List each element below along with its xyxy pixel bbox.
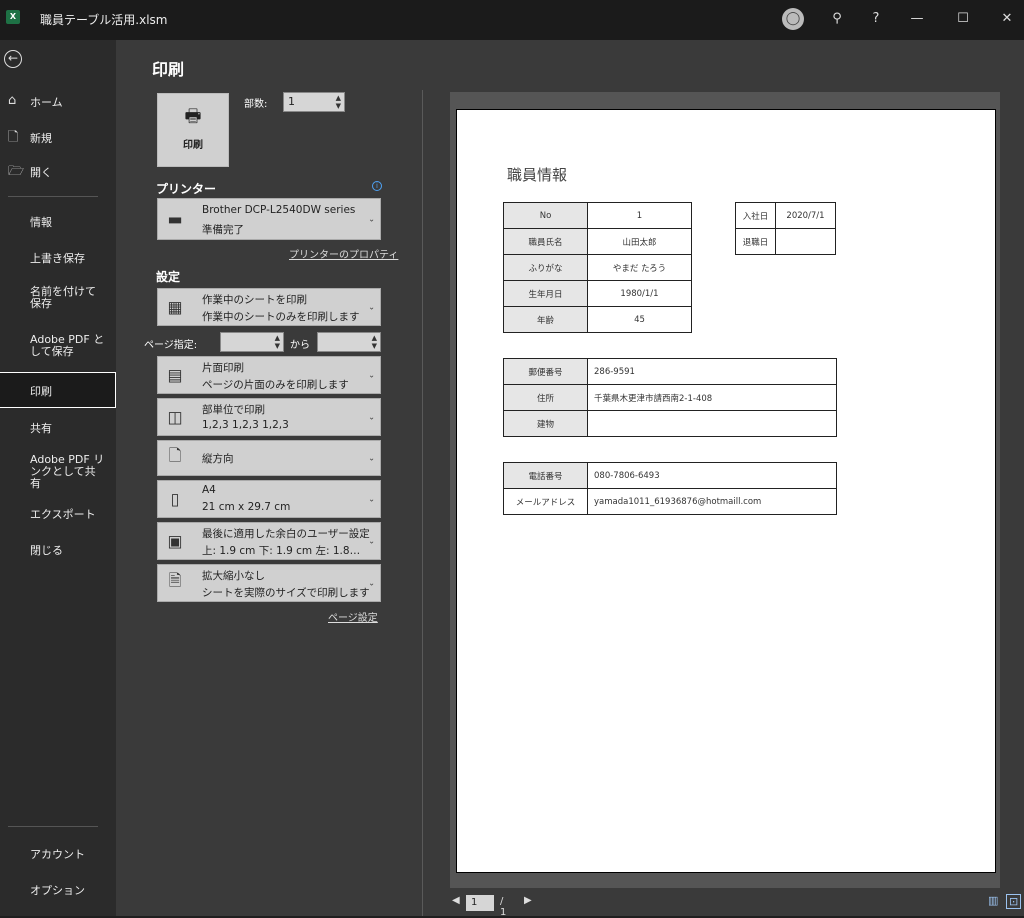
minimize-button[interactable]: — bbox=[906, 8, 928, 30]
paper-size-dropdown[interactable]: ▯ A4 21 cm x 29.7 cm ⌄ bbox=[157, 480, 381, 518]
contact-table: 電話番号 080-7806-6493 メールアドレス yamada1011_61… bbox=[503, 462, 837, 515]
title-bar: X 職員テーブル活用.xlsm ◯ ⚲ ? — ☐ ✕ bbox=[0, 0, 1024, 40]
collate-icon: ◫ bbox=[167, 407, 183, 427]
printer-device-icon: ▬ bbox=[167, 209, 183, 229]
sidebar-item-open[interactable]: 🗁 開く bbox=[0, 162, 116, 180]
info-icon[interactable]: i bbox=[372, 181, 382, 191]
page-title: 印刷 bbox=[152, 60, 185, 79]
sidebar-divider bbox=[8, 196, 98, 197]
print-what-dropdown[interactable]: ▦ 作業中のシートを印刷 作業中のシートのみを印刷します ⌄ bbox=[157, 288, 381, 326]
sidebar-item-save-adobe-pdf[interactable]: Adobe PDF として保存 bbox=[0, 334, 116, 364]
pages-label: ページ指定: bbox=[144, 340, 198, 351]
close-button[interactable]: ✕ bbox=[996, 8, 1018, 30]
table-row: 入社日 2020/7/1 bbox=[735, 202, 836, 229]
table-row: 電話番号 080-7806-6493 bbox=[503, 462, 837, 489]
spin-arrows-icon[interactable]: ▲ ▼ bbox=[336, 94, 341, 110]
new-document-icon: 🗋 bbox=[8, 130, 19, 145]
sidebar-divider-bottom bbox=[8, 826, 98, 827]
page-setup-link[interactable]: ページ設定 bbox=[328, 609, 378, 624]
orientation-dropdown[interactable]: 🗋 縦方向 ⌄ bbox=[157, 440, 381, 476]
open-folder-icon: 🗁 bbox=[8, 164, 25, 179]
previous-page-icon[interactable]: ◀ bbox=[452, 895, 460, 906]
chevron-down-icon: ⌄ bbox=[368, 302, 375, 312]
table-row: メールアドレス yamada1011_61936876@hotmaill.com bbox=[503, 488, 837, 515]
sheet-title: 職員情報 bbox=[507, 166, 568, 184]
printer-properties-link[interactable]: プリンターのプロパティ bbox=[289, 246, 398, 261]
sidebar-item-home[interactable]: ⌂ ホーム bbox=[0, 92, 116, 110]
next-page-icon[interactable]: ▶ bbox=[524, 895, 532, 906]
sidebar-item-save[interactable]: 上書き保存 bbox=[0, 248, 116, 266]
sidebar-item-share[interactable]: 共有 bbox=[0, 418, 116, 436]
margins-icon: ▣ bbox=[167, 531, 183, 551]
sidebar-item-new[interactable]: 🗋 新規 bbox=[0, 128, 116, 146]
show-margins-icon[interactable]: ▥ bbox=[988, 894, 998, 907]
sidebar-item-account[interactable]: アカウント bbox=[0, 844, 116, 862]
sheet-grid-icon: ▦ bbox=[167, 297, 183, 317]
pages-to-label: から bbox=[290, 340, 310, 351]
scaling-icon: 🗎 bbox=[168, 570, 182, 590]
sidebar-item-print[interactable]: 印刷 bbox=[0, 372, 116, 408]
address-table: 郵便番号 286-9591 住所 千葉県木更津市請西南2-1-408 建物 bbox=[503, 358, 837, 437]
printer-section-title: プリンター bbox=[156, 182, 217, 196]
sides-dropdown[interactable]: ▤ 片面印刷 ページの片面のみを印刷します ⌄ bbox=[157, 356, 381, 394]
print-button[interactable]: 🖶 印刷 bbox=[157, 93, 229, 167]
copies-label: 部数: bbox=[244, 99, 268, 110]
table-row: No 1 bbox=[503, 202, 692, 229]
settings-section-title: 設定 bbox=[156, 270, 181, 284]
sidebar-item-save-as[interactable]: 名前を付けて保存 bbox=[0, 286, 116, 316]
pages-from-input[interactable]: ▲ ▼ bbox=[220, 332, 284, 352]
table-row: ふりがな やまだ たろう bbox=[503, 254, 692, 281]
home-icon: ⌂ bbox=[8, 93, 17, 108]
chevron-down-icon: ⌄ bbox=[368, 536, 375, 546]
sidebar-item-share-adobe-pdf-link[interactable]: Adobe PDF リンクとして共有 bbox=[0, 454, 116, 490]
portrait-page-icon: 🗋 bbox=[168, 445, 182, 465]
copies-input[interactable]: 1 ▲ ▼ bbox=[283, 92, 345, 112]
back-arrow-icon[interactable]: ← bbox=[4, 50, 22, 68]
collate-dropdown[interactable]: ◫ 部単位で印刷 1,2,3 1,2,3 1,2,3 ⌄ bbox=[157, 398, 381, 436]
chevron-down-icon: ⌄ bbox=[368, 453, 375, 463]
preview-page: 職員情報 No 1 職員氏名 山田太郎 ふりがな やまだ たろう 生年月日 19… bbox=[456, 109, 996, 873]
zoom-to-page-icon[interactable]: ⊡ bbox=[1006, 894, 1022, 909]
maximize-button[interactable]: ☐ bbox=[952, 8, 974, 30]
chevron-down-icon: ⌄ bbox=[368, 370, 375, 380]
help-button[interactable]: ? bbox=[866, 8, 886, 30]
current-page-input[interactable]: 1 bbox=[466, 895, 494, 911]
sidebar-item-info[interactable]: 情報 bbox=[0, 212, 116, 230]
spin-arrows-icon[interactable]: ▲ ▼ bbox=[275, 334, 280, 350]
table-row: 住所 千葉県木更津市請西南2-1-408 bbox=[503, 384, 837, 411]
spin-arrows-icon[interactable]: ▲ ▼ bbox=[372, 334, 377, 350]
print-panel: 印刷 🖶 印刷 部数: 1 ▲ ▼ プリンター i ▬ Brother DCP-L… bbox=[116, 40, 1024, 918]
printer-icon: 🖶 bbox=[184, 106, 202, 127]
sidebar-item-options[interactable]: オプション bbox=[0, 880, 116, 898]
employment-dates-table: 入社日 2020/7/1 退職日 bbox=[735, 202, 836, 255]
margins-dropdown[interactable]: ▣ 最後に適用した余白のユーザー設定 上: 1.9 cm 下: 1.9 cm 左… bbox=[157, 522, 381, 560]
table-row: 郵便番号 286-9591 bbox=[503, 358, 837, 385]
backstage-sidebar: ← ⌂ ホーム 🗋 新規 🗁 開く 情報 上書き保存 名前を付けて保存 Adob… bbox=[0, 40, 116, 916]
table-row: 退職日 bbox=[735, 228, 836, 255]
sidebar-item-export[interactable]: エクスポート bbox=[0, 504, 116, 522]
print-preview: 職員情報 No 1 職員氏名 山田太郎 ふりがな やまだ たろう 生年月日 19… bbox=[450, 92, 1000, 888]
table-row: 職員氏名 山田太郎 bbox=[503, 228, 692, 255]
total-pages: / 1 bbox=[500, 896, 507, 918]
basic-info-table: No 1 職員氏名 山田太郎 ふりがな やまだ たろう 生年月日 1980/1/… bbox=[503, 202, 692, 333]
chevron-down-icon: ⌄ bbox=[368, 214, 375, 224]
table-row: 年齢 45 bbox=[503, 306, 692, 333]
chevron-down-icon: ⌄ bbox=[368, 578, 375, 588]
table-row: 建物 bbox=[503, 410, 837, 437]
coauthoring-icon[interactable]: ⚲ bbox=[826, 8, 848, 30]
pages-to-input[interactable]: ▲ ▼ bbox=[317, 332, 381, 352]
one-sided-page-icon: ▤ bbox=[167, 365, 183, 385]
excel-app-icon: X bbox=[6, 10, 20, 24]
table-row: 生年月日 1980/1/1 bbox=[503, 280, 692, 307]
panel-divider bbox=[422, 90, 423, 916]
chevron-down-icon: ⌄ bbox=[368, 494, 375, 504]
document-title: 職員テーブル活用.xlsm bbox=[40, 13, 168, 27]
scaling-dropdown[interactable]: 🗎 拡大縮小なし シートを実際のサイズで印刷します ⌄ bbox=[157, 564, 381, 602]
paper-size-icon: ▯ bbox=[170, 489, 180, 509]
sidebar-item-close[interactable]: 閉じる bbox=[0, 540, 116, 558]
account-avatar-icon[interactable]: ◯ bbox=[782, 8, 804, 30]
printer-dropdown[interactable]: ▬ Brother DCP-L2540DW series 準備完了 ⌄ bbox=[157, 198, 381, 240]
chevron-down-icon: ⌄ bbox=[368, 412, 375, 422]
